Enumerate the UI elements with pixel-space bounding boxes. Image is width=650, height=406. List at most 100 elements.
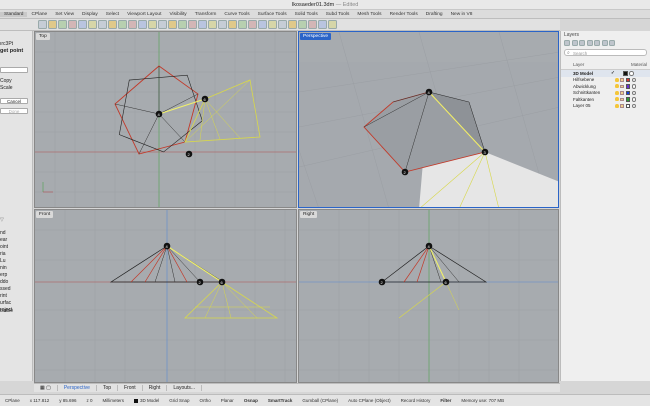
material-icon[interactable] — [629, 71, 634, 76]
lock-icon[interactable] — [620, 97, 624, 101]
tab-4[interactable]: Select — [102, 12, 123, 17]
viewport-perspective[interactable]: 4 3 2 Perspective — [298, 31, 559, 208]
tab-8[interactable]: Curve Tools — [220, 12, 253, 17]
tab-10[interactable]: Solid Tools — [291, 12, 322, 17]
status-toggle[interactable]: Auto CPlane (Object) — [343, 398, 396, 403]
toolbar-tool-icon[interactable] — [228, 20, 237, 29]
tab-9[interactable]: Surface Tools — [254, 12, 291, 17]
viewport-label-top[interactable]: Top — [36, 33, 50, 40]
tab-14[interactable]: Drafting — [422, 12, 447, 17]
layer-color-swatch[interactable] — [625, 90, 630, 95]
lock-icon[interactable] — [620, 84, 624, 88]
lock-icon[interactable] — [620, 78, 624, 82]
tab-12[interactable]: Mesh Tools — [353, 12, 385, 17]
delete-layer-icon[interactable] — [579, 40, 585, 46]
visibility-bulb-icon[interactable] — [615, 84, 619, 89]
viewport-tab[interactable]: Front — [118, 385, 143, 391]
tab-5[interactable]: Viewport Layout — [123, 12, 165, 17]
toolbar-tool-icon[interactable] — [48, 20, 57, 29]
toolbar-tool-icon[interactable] — [138, 20, 147, 29]
tab-15[interactable]: New in V8 — [447, 12, 477, 17]
lock-icon[interactable] — [620, 91, 624, 95]
option-copy[interactable]: Copy — [0, 78, 12, 84]
layer-row[interactable]: Layer 05 — [561, 103, 650, 110]
toolbar-tool-icon[interactable] — [88, 20, 97, 29]
status-toggle[interactable]: Ortho — [195, 398, 216, 403]
tab-0[interactable]: Standard — [0, 11, 28, 17]
toolbar-tool-icon[interactable] — [98, 20, 107, 29]
visibility-bulb-icon[interactable] — [615, 90, 619, 95]
toolbar-tool-icon[interactable] — [238, 20, 247, 29]
layer-color-swatch[interactable] — [623, 71, 628, 76]
new-layer-icon[interactable] — [564, 40, 570, 46]
viewport-right[interactable]: 4 2 6 Right — [298, 209, 559, 383]
toolbar-tool-icon[interactable] — [58, 20, 67, 29]
toolbar-tool-icon[interactable] — [258, 20, 267, 29]
layer-color-swatch[interactable] — [625, 77, 630, 82]
tab-2[interactable]: Set View — [51, 12, 78, 17]
material-icon[interactable] — [631, 103, 636, 108]
layer-color-swatch[interactable] — [625, 97, 630, 102]
toolbar-tool-icon[interactable] — [218, 20, 227, 29]
toolbar-tool-icon[interactable] — [308, 20, 317, 29]
tab-11[interactable]: Subd Tools — [322, 12, 354, 17]
material-icon[interactable] — [631, 84, 636, 89]
toolbar-tool-icon[interactable] — [198, 20, 207, 29]
toolbar-tool-icon[interactable] — [68, 20, 77, 29]
viewport-front[interactable]: 4 2 6 Front — [34, 209, 297, 383]
cancel-button[interactable]: Cancel — [0, 98, 28, 104]
status-toggle[interactable]: Record History — [396, 398, 436, 403]
visibility-bulb-icon[interactable] — [615, 103, 619, 108]
toolbar-tool-icon[interactable] — [128, 20, 137, 29]
done-button[interactable]: Done — [0, 108, 28, 114]
lock-icon[interactable] — [620, 104, 624, 108]
toolbar-tool-icon[interactable] — [328, 20, 337, 29]
tab-3[interactable]: Display — [78, 12, 102, 17]
status-toggle[interactable]: Planar — [216, 398, 239, 403]
material-icon[interactable] — [631, 90, 636, 95]
viewport-tab[interactable]: Right — [143, 385, 168, 391]
current-layer[interactable]: 3D Model — [129, 398, 164, 403]
toolbar-tool-icon[interactable] — [178, 20, 187, 29]
viewport-label-front[interactable]: Front — [36, 211, 54, 218]
status-toggle[interactable]: Osnap — [239, 398, 263, 403]
layer-color-swatch[interactable] — [625, 103, 630, 108]
toolbar-tool-icon[interactable] — [278, 20, 287, 29]
option-disable[interactable]: isable — [0, 308, 13, 314]
toolbar-tool-icon[interactable] — [158, 20, 167, 29]
visibility-bulb-icon[interactable] — [615, 77, 619, 82]
history-item[interactable]: ssed — [0, 286, 11, 292]
status-toggle[interactable]: Grid Snap — [164, 398, 194, 403]
history-item[interactable]: urfac — [0, 300, 11, 306]
tab-7[interactable]: Transform — [191, 12, 221, 17]
cplane-label[interactable]: CPlane — [0, 398, 25, 403]
toolbar-tool-icon[interactable] — [268, 20, 277, 29]
history-item[interactable]: nin — [0, 265, 7, 271]
toolbar-tool-icon[interactable] — [288, 20, 297, 29]
toolbar-tool-icon[interactable] — [208, 20, 217, 29]
toolbar-tool-icon[interactable] — [248, 20, 257, 29]
toolbar-tool-icon[interactable] — [108, 20, 117, 29]
tab-1[interactable]: CPlane — [27, 12, 51, 17]
toolbar-tool-icon[interactable] — [148, 20, 157, 29]
history-item[interactable]: erp — [0, 272, 7, 278]
viewport-tab[interactable]: Layouts... — [167, 385, 203, 391]
units-label[interactable]: Millimeters — [97, 398, 129, 403]
toolbar-tool-icon[interactable] — [38, 20, 47, 29]
history-item[interactable]: ear — [0, 237, 7, 243]
status-toggle[interactable]: Gumball (CPlane) — [297, 398, 343, 403]
toolbar-tool-icon[interactable] — [188, 20, 197, 29]
move-up-icon[interactable] — [586, 40, 593, 46]
layer-options-icon[interactable] — [609, 40, 615, 46]
move-down-icon[interactable] — [594, 40, 600, 46]
viewport-top[interactable]: 4 6 2 Top — [34, 31, 297, 208]
toolbar-tool-icon[interactable] — [168, 20, 177, 29]
status-toggle[interactable]: Filter — [435, 398, 456, 403]
status-toggle[interactable]: Memory use: 707 MB — [456, 398, 509, 403]
toolbar-tool-icon[interactable] — [78, 20, 87, 29]
history-item[interactable]: ddo — [0, 279, 8, 285]
tab-6[interactable]: Visibility — [165, 12, 190, 17]
tab-13[interactable]: Render Tools — [386, 12, 422, 17]
toolbar-tool-icon[interactable] — [318, 20, 327, 29]
viewport-label-right[interactable]: Right — [300, 211, 318, 218]
